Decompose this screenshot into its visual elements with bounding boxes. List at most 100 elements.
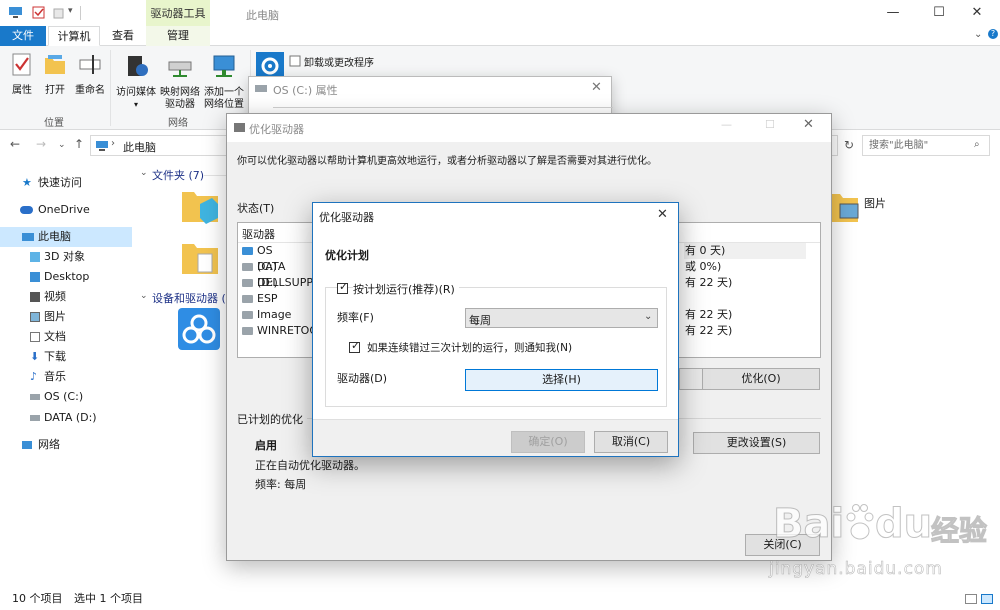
notify-missed-label[interactable]: 如果连续错过三次计划的运行，则通知我(N) (367, 340, 572, 355)
documents-folder-icon[interactable] (180, 240, 220, 276)
map-network-drive-button[interactable]: 映射网络 驱动器 (158, 52, 202, 111)
frequency-select[interactable]: 每周 ⌄ (465, 308, 658, 328)
open-button[interactable]: 打开 (40, 52, 70, 97)
drive-status: 或 0%) (685, 260, 722, 273)
up-icon[interactable]: ↑ (74, 137, 84, 151)
refresh-icon[interactable]: ↻ (844, 138, 854, 152)
properties-label: 属性 (12, 85, 32, 96)
nav-data-d[interactable]: DATA (D:) (0, 408, 132, 428)
customize-quick-access-icon[interactable]: ▾ (68, 6, 73, 16)
nav-os-c[interactable]: OS (C:) (0, 387, 132, 407)
help-icon[interactable]: ? (988, 29, 998, 39)
devices-group-header[interactable]: 设备和驱动器 (3) (152, 290, 226, 306)
ribbon-expand-icon[interactable]: ⌄ (974, 29, 982, 40)
dialog-footer: 确定(O) 取消(C) (313, 419, 678, 456)
nav-label: 3D 对象 (44, 250, 85, 263)
analyze-button[interactable] (679, 368, 702, 390)
search-input[interactable]: 搜索"此电脑" (862, 135, 990, 156)
3d-objects-folder-icon[interactable] (180, 188, 220, 224)
maximize-button[interactable]: ☐ (765, 118, 775, 131)
tab-file[interactable]: 文件 (0, 26, 46, 46)
drive-icon (242, 263, 253, 271)
dialog-close-icon[interactable]: ✕ (657, 207, 668, 222)
drive-icon (242, 311, 253, 319)
forward-icon[interactable]: → (36, 137, 46, 151)
nav-label: 图片 (44, 310, 66, 323)
nav-label: Desktop (44, 270, 90, 283)
tab-computer[interactable]: 计算机 (48, 26, 100, 46)
drive-tools-context-tab: 驱动器工具 (146, 0, 210, 26)
nav-desktop[interactable]: Desktop (0, 267, 132, 287)
network-icon (22, 441, 32, 449)
tab-view[interactable]: 查看 (102, 26, 144, 46)
drive-icon (30, 415, 40, 421)
details-view-icon[interactable] (965, 594, 977, 604)
close-button[interactable]: ✕ (954, 0, 1000, 26)
uninstall-icon (289, 55, 301, 67)
nav-downloads[interactable]: ⬇ 下载 (0, 347, 132, 367)
pictures-folder-icon[interactable] (830, 190, 860, 224)
video-icon (30, 292, 40, 302)
this-pc-icon (22, 233, 34, 241)
breadcrumb-this-pc[interactable]: 此电脑 (123, 139, 156, 155)
choose-drives-button[interactable]: 选择(H) (465, 369, 658, 391)
baidu-cloud-icon[interactable] (178, 308, 222, 352)
run-on-schedule-checkbox[interactable] (337, 280, 348, 294)
window-title: 此电脑 (246, 9, 279, 22)
nav-label: DATA (D:) (44, 411, 97, 424)
new-folder-quick-icon[interactable] (52, 6, 66, 20)
close-icon[interactable]: ✕ (591, 80, 602, 95)
scheduled-state: 启用 (255, 439, 277, 452)
add-network-location-label-1: 添加一个 (204, 87, 244, 98)
minimize-button[interactable]: — (721, 118, 732, 131)
optimize-button[interactable]: 优化(O) (702, 368, 820, 390)
pictures-item-label[interactable]: 图片 (864, 195, 886, 211)
run-on-schedule-label[interactable]: 按计划运行(推荐)(R) (353, 281, 459, 297)
uninstall-button[interactable]: 卸载或更改程序 (304, 54, 374, 69)
column-drive-header[interactable]: 驱动器 (242, 226, 275, 242)
nav-label: 文档 (44, 330, 66, 343)
scheduled-description: 正在自动优化驱动器。 (255, 459, 365, 472)
rename-button[interactable]: 重命名 (72, 52, 108, 97)
add-network-location-button[interactable]: 添加一个 网络位置 (202, 52, 246, 111)
close-icon[interactable]: ✕ (803, 117, 814, 132)
nav-music[interactable]: ♪ 音乐 (0, 367, 132, 387)
change-settings-button[interactable]: 更改设置(S) (693, 432, 820, 454)
search-icon: ⌕ (974, 139, 980, 150)
document-icon (30, 332, 40, 342)
nav-label: 视频 (44, 290, 66, 303)
nav-this-pc[interactable]: 此电脑 (0, 227, 132, 247)
properties-button[interactable]: 属性 (6, 52, 38, 97)
notify-missed-checkbox[interactable] (349, 339, 360, 353)
nav-network[interactable]: 网络 (0, 435, 132, 455)
nav-documents[interactable]: 文档 (0, 327, 132, 347)
access-media-button[interactable]: 访问媒体 ▾ (114, 52, 158, 111)
large-icons-view-icon[interactable] (981, 594, 993, 604)
group-separator (110, 50, 111, 126)
access-media-dropdown-icon: ▾ (133, 100, 138, 109)
ok-button[interactable]: 确定(O) (511, 431, 585, 453)
nav-label: 下载 (44, 350, 66, 363)
nav-pictures[interactable]: 图片 (0, 307, 132, 327)
nav-quick-access[interactable]: ★ 快速访问 (0, 173, 132, 193)
status-label: 状态(T) (237, 202, 275, 215)
properties-quick-icon[interactable] (32, 6, 46, 20)
nav-label: OS (C:) (44, 390, 84, 403)
nav-videos[interactable]: 视频 (0, 287, 132, 307)
folders-group-header[interactable]: 文件夹 (7) (152, 167, 204, 183)
nav-3d-objects[interactable]: 3D 对象 (0, 247, 132, 267)
drive-status: 有 22 天) (685, 308, 733, 321)
group-location-label: 位置 (44, 118, 64, 129)
collapse-chevron-icon[interactable]: ⌄ (140, 291, 148, 301)
recent-locations-icon[interactable]: ⌄ (58, 140, 66, 150)
minimize-button[interactable]: — (870, 0, 916, 26)
drive-icon (30, 394, 40, 400)
cancel-button[interactable]: 取消(C) (594, 431, 668, 453)
properties-tab-strip (273, 107, 613, 108)
chevron-down-icon: ⌄ (644, 311, 653, 322)
nav-onedrive[interactable]: OneDrive (0, 200, 132, 220)
tab-manage[interactable]: 管理 (146, 26, 210, 46)
collapse-chevron-icon[interactable]: ⌄ (140, 168, 148, 178)
dialog-title: 优化驱动器 (319, 211, 374, 224)
back-icon[interactable]: ← (10, 137, 20, 151)
